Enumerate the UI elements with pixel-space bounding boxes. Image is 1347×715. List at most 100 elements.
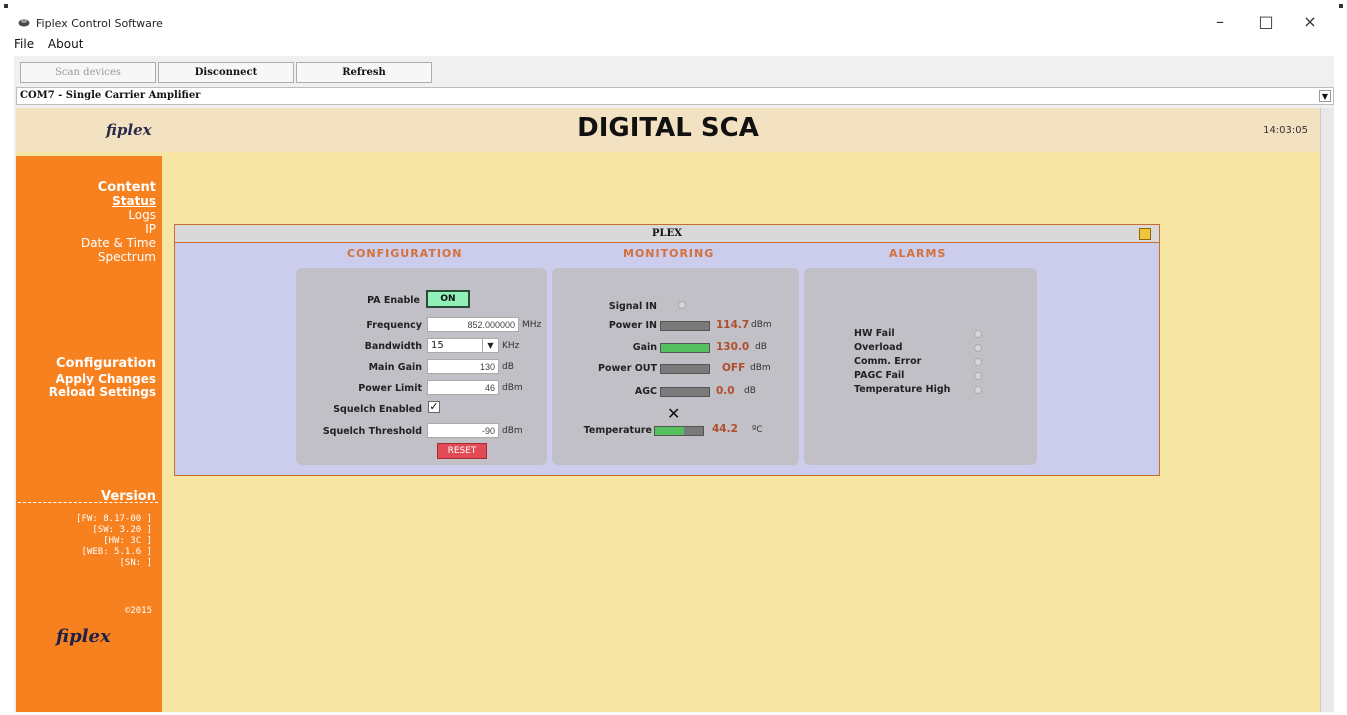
gain-value: 130.0: [716, 341, 750, 353]
main-gain-unit: dB: [502, 362, 514, 372]
power-in-label: Power IN: [608, 320, 657, 331]
agc-bar: [660, 387, 710, 397]
frequency-unit: MHz: [522, 320, 542, 330]
configuration-box: PA Enable ON Frequency MHz Bandwidth 15 …: [296, 268, 547, 465]
alarm-pagc-fail-label: PAGC Fail: [854, 370, 905, 381]
menu-about[interactable]: About: [48, 37, 83, 51]
copyright: ©2015: [124, 606, 152, 616]
power-in-bar: [660, 321, 710, 331]
configuration-heading: CONFIGURATION: [347, 247, 463, 260]
page-title: DIGITAL SCA: [577, 113, 759, 143]
version-sn: [SN: ]: [119, 558, 152, 568]
chevron-down-icon[interactable]: ▼: [482, 339, 498, 352]
panel-toggle-button[interactable]: [1139, 228, 1151, 240]
alarm-pagc-fail-led: [974, 372, 982, 380]
power-out-bar: [660, 364, 710, 374]
gain-label: Gain: [632, 342, 657, 353]
frequency-label: Frequency: [366, 320, 422, 331]
alarm-temperature-high-label: Temperature High: [854, 384, 951, 395]
signal-in-label: Signal IN: [608, 301, 657, 312]
clock: 14:03:05: [1263, 125, 1308, 136]
temperature-bar: [654, 426, 704, 436]
frequency-input[interactable]: [427, 317, 519, 332]
power-out-label: Power OUT: [598, 363, 657, 374]
window-corner-marker: [4, 4, 8, 8]
agc-unit: dB: [744, 386, 756, 396]
refresh-button[interactable]: Refresh: [296, 62, 432, 83]
agc-label: AGC: [634, 386, 657, 397]
sidebar-item-status[interactable]: Status: [112, 194, 156, 208]
disconnect-button[interactable]: Disconnect: [158, 62, 294, 83]
bandwidth-value: 15: [431, 340, 444, 351]
bandwidth-select[interactable]: 15 ▼: [427, 338, 499, 353]
apply-changes-link[interactable]: Apply Changes: [56, 372, 156, 386]
power-in-value: 114.7: [716, 319, 750, 331]
squelch-threshold-label: Squelch Threshold: [322, 426, 422, 437]
temperature-value: 44.2: [712, 423, 738, 435]
alarms-box: HW Fail Overload Comm. Error PAGC Fail T…: [804, 268, 1037, 465]
device-select[interactable]: COM7 - Single Carrier Amplifier ▼: [16, 87, 1334, 105]
power-in-unit: dBm: [751, 320, 772, 330]
device-select-value: COM7 - Single Carrier Amplifier: [20, 90, 201, 101]
power-limit-input[interactable]: [427, 380, 499, 395]
close-button[interactable]: ×: [1298, 12, 1322, 31]
panel-title: PLEX: [652, 228, 682, 239]
bandwidth-label: Bandwidth: [364, 341, 422, 352]
squelch-enabled-checkbox[interactable]: ✓: [428, 401, 440, 413]
sidebar-item-logs[interactable]: Logs: [128, 208, 156, 222]
panel-header: PLEX: [175, 225, 1159, 243]
pa-enable-toggle[interactable]: ON: [426, 290, 470, 308]
maximize-button[interactable]: □: [1254, 12, 1278, 31]
vertical-scrollbar[interactable]: [1320, 108, 1334, 712]
title-bar: Fiplex Control Software – □ ×: [0, 0, 1347, 34]
close-icon: ✕: [667, 404, 681, 423]
agc-value: 0.0: [716, 385, 735, 397]
bandwidth-unit: KHz: [502, 341, 520, 351]
gain-unit: dB: [755, 342, 767, 352]
power-out-value: OFF: [722, 362, 746, 374]
squelch-threshold-input[interactable]: [427, 423, 499, 438]
page-header: fiplex DIGITAL SCA 14:03:05: [16, 108, 1320, 152]
version-fw: [FW: 8.17-00 ]: [76, 514, 152, 524]
alarm-overload-led: [974, 344, 982, 352]
scan-devices-button[interactable]: Scan devices: [20, 62, 156, 83]
power-limit-label: Power Limit: [358, 383, 422, 394]
main-gain-label: Main Gain: [368, 362, 422, 373]
main-gain-input[interactable]: [427, 359, 499, 374]
web-content: fiplex DIGITAL SCA 14:03:05 Content Stat…: [16, 108, 1320, 712]
menu-file[interactable]: File: [14, 37, 34, 51]
window-title: Fiplex Control Software: [36, 17, 163, 30]
sidebar-item-date-time[interactable]: Date & Time: [81, 236, 156, 250]
reset-button[interactable]: RESET: [437, 443, 487, 459]
gain-bar: [660, 343, 710, 353]
power-limit-unit: dBm: [502, 383, 523, 393]
version-hw: [HW: 3C ]: [103, 536, 152, 546]
fiplex-logo: fiplex: [56, 626, 111, 647]
client-area: Scan devices Disconnect Refresh COM7 - S…: [14, 56, 1334, 712]
sidebar-heading-content: Content: [97, 180, 156, 195]
window-corner-marker: [1339, 4, 1343, 8]
version-web: [WEB: 5.1.6 ]: [81, 547, 152, 557]
chevron-down-icon[interactable]: ▼: [1319, 90, 1331, 102]
alarms-heading: ALARMS: [889, 247, 947, 260]
squelch-enabled-label: Squelch Enabled: [333, 404, 422, 415]
sidebar-heading-configuration: Configuration: [56, 356, 156, 371]
minimize-button[interactable]: –: [1208, 12, 1232, 31]
version-sw: [SW: 3.20 ]: [92, 525, 152, 535]
alarm-overload-label: Overload: [854, 342, 903, 353]
signal-in-led: [678, 301, 686, 309]
sidebar-item-ip[interactable]: IP: [145, 222, 156, 236]
alarm-hw-fail-label: HW Fail: [854, 328, 895, 339]
version-divider: [18, 502, 158, 503]
monitoring-box: Signal IN Power IN 114.7 dBm Gain 130.0 …: [552, 268, 799, 465]
sidebar: Content Status Logs IP Date & Time Spect…: [16, 156, 162, 712]
reload-settings-link[interactable]: Reload Settings: [49, 385, 156, 399]
alarm-temperature-high-led: [974, 386, 982, 394]
temperature-label: Temperature: [583, 425, 652, 436]
power-out-unit: dBm: [750, 363, 771, 373]
sidebar-item-spectrum[interactable]: Spectrum: [98, 250, 156, 264]
monitoring-heading: MONITORING: [623, 247, 715, 260]
alarm-comm-error-led: [974, 358, 982, 366]
alarm-comm-error-label: Comm. Error: [854, 356, 922, 367]
plex-panel: PLEX CONFIGURATION MONITORING ALARMS PA …: [174, 224, 1160, 476]
